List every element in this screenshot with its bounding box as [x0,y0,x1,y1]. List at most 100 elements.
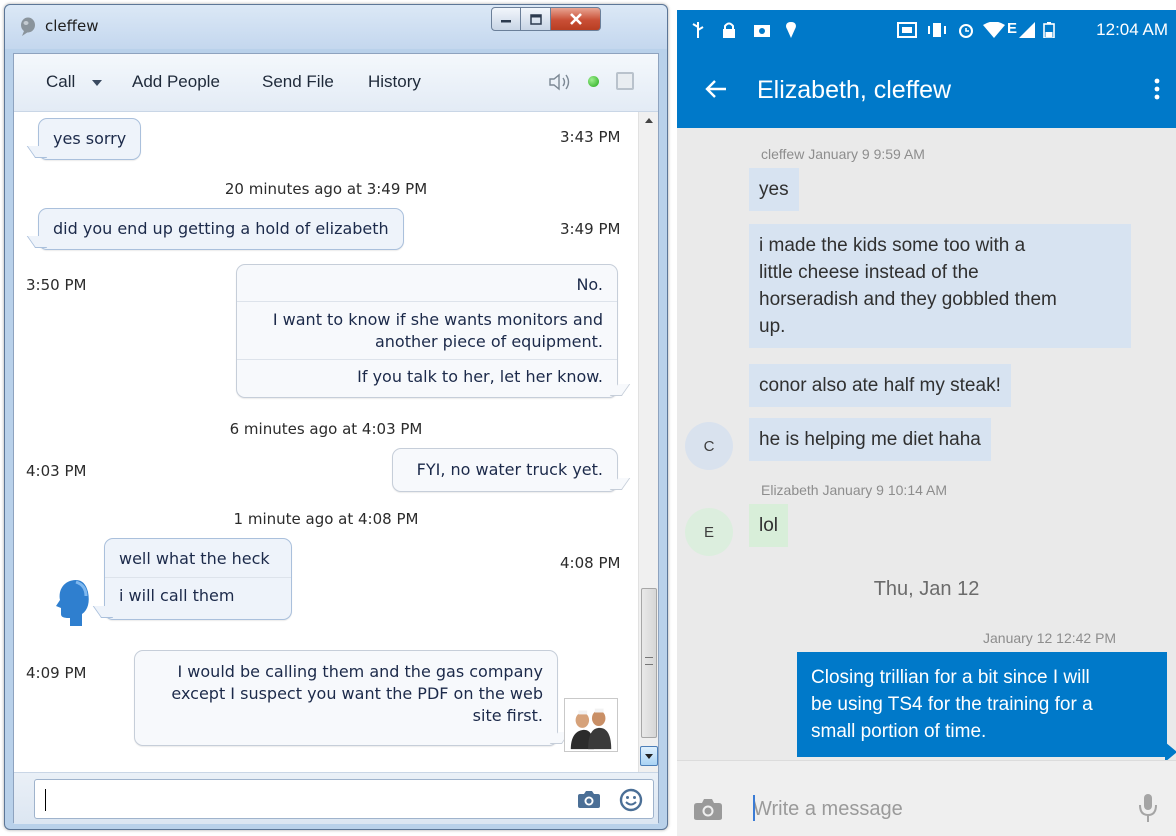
message-bubble[interactable]: yes [749,168,799,211]
message-bubble-incoming: well what the heck i will call them [92,538,292,620]
message-text: another piece of equipment. [374,332,603,351]
text-caret [45,789,46,811]
time-divider: 20 minutes ago at 3:49 PM [224,180,428,198]
call-menu[interactable]: Call [46,72,75,92]
message-meta: Elizabeth January 9 10:14 AM [761,482,948,498]
message-history: yes sorry 3:43 PM 20 minutes ago at 3:49… [14,112,638,772]
battery-icon [1043,22,1055,38]
message-text: If you talk to her, let her know. [357,367,603,386]
scroll-down-button[interactable] [640,746,658,766]
vibrate-icon [928,23,946,37]
message-text: except I suspect you want the PDF on the… [171,684,543,703]
camera-icon[interactable] [577,789,601,809]
compose-bar [14,772,658,824]
contact-avatar-icon [56,580,89,626]
alarm-icon [959,24,973,38]
window-icon[interactable] [616,72,634,90]
chevron-down-icon[interactable] [92,80,102,86]
message-line: Closing trillian for a bit since I will [811,667,1090,688]
message-bubble[interactable]: i made the kids some too with a little c… [749,224,1131,348]
close-button[interactable] [551,7,601,31]
camera-icon[interactable] [693,797,723,821]
online-status-icon [588,76,599,87]
location-icon [786,22,796,38]
usb-icon [692,22,704,38]
message-text: I want to know if she wants monitors and [272,310,603,329]
toolbar: Call Add People Send File History [14,54,658,112]
time-divider: 6 minutes ago at 4:03 PM [229,420,423,438]
scroll-thumb[interactable] [641,588,657,738]
app-bar: Elizabeth, cleffew [677,50,1176,128]
add-people-button[interactable]: Add People [132,72,220,92]
speaker-icon[interactable] [548,72,574,92]
message-composer [677,760,1176,836]
history-button[interactable]: History [368,72,421,92]
message-input[interactable] [753,789,1113,829]
status-time: 12:04 AM [1096,20,1168,39]
more-options-icon[interactable] [1154,78,1160,100]
message-bubble[interactable]: conor also ate half my steak! [749,364,1011,407]
nfc-icon [897,22,917,38]
emoticon-icon[interactable] [619,788,643,812]
message-line: little cheese instead of the [759,262,979,283]
message-bubble-outgoing: No. I want to know if she wants monitors… [236,264,631,398]
message-text: site first. [472,706,543,725]
vertical-scrollbar[interactable] [638,112,658,772]
message-line: small portion of time. [811,721,987,742]
message-meta: cleffew January 9 9:59 AM [761,146,925,162]
message-timestamp: 4:09 PM [26,664,87,682]
maximize-icon [529,13,542,25]
message-text: yes sorry [53,129,127,148]
network-type-icon: E [1007,20,1018,37]
desktop-chat-window: cleffew Call Add People Send File Histor… [4,4,668,830]
send-file-button[interactable]: Send File [262,72,334,92]
grip-icon [645,657,653,665]
message-timestamp: 4:03 PM [26,462,87,480]
message-text: FYI, no water truck yet. [416,460,603,479]
message-text: did you end up getting a hold of elizabe… [53,219,389,238]
image-icon [754,25,770,37]
message-bubble-outgoing: FYI, no water truck yet. [392,448,631,492]
message-bubble-incoming: yes sorry [26,118,142,160]
message-bubble-incoming: did you end up getting a hold of elizabe… [26,208,404,250]
window-title: cleffew [45,17,99,35]
back-arrow-icon[interactable] [705,80,727,98]
android-messaging-screen: E 12:04 AM Elizabeth, cleffew cleffew Ja… [677,10,1176,836]
message-line: be using TS4 for the training for a [811,694,1093,715]
message-input[interactable] [34,779,654,819]
message-timestamp: 3:50 PM [26,276,87,294]
minimize-button[interactable] [491,7,521,31]
wifi-icon [983,22,1005,38]
status-bar: E 12:04 AM [677,10,1176,50]
microphone-icon[interactable] [1138,793,1158,823]
contact-avatar[interactable]: E [685,508,733,556]
message-thread: cleffew January 9 9:59 AM yes i made the… [677,128,1176,762]
message-line: horseradish and they gobbled them [759,289,1057,310]
message-line: i made the kids some too with a [759,235,1026,256]
message-bubble[interactable]: he is helping me diet haha [749,418,991,461]
signal-icon [1019,22,1035,38]
sent-message-bubble[interactable]: Closing trillian for a bit since I will … [797,652,1176,762]
close-icon [569,13,582,25]
message-bubble-outgoing: I would be calling them and the gas comp… [134,650,571,746]
chat-client-area: Call Add People Send File History yes so… [13,53,659,824]
scroll-up-icon[interactable] [645,118,653,123]
message-text: I would be calling them and the gas comp… [177,662,544,681]
time-divider: 1 minute ago at 4:08 PM [233,510,419,528]
message-text: well what the heck [119,549,270,568]
title-bar[interactable]: cleffew [5,5,667,49]
user-avatar-icon [564,698,618,752]
message-text: No. [576,275,603,294]
contact-avatar[interactable]: C [685,422,733,470]
trillian-logo-icon [21,17,35,36]
lock-icon [723,22,735,38]
message-timestamp: 3:43 PM [560,128,621,146]
maximize-button[interactable] [521,7,551,31]
message-timestamp: 3:49 PM [560,220,621,238]
date-divider: Thu, Jan 12 [873,578,980,600]
message-timestamp: 4:08 PM [560,554,621,572]
message-text: i will call them [119,586,235,605]
message-bubble[interactable]: lol [749,504,789,547]
minimize-icon [501,20,511,23]
text-caret [753,795,755,821]
